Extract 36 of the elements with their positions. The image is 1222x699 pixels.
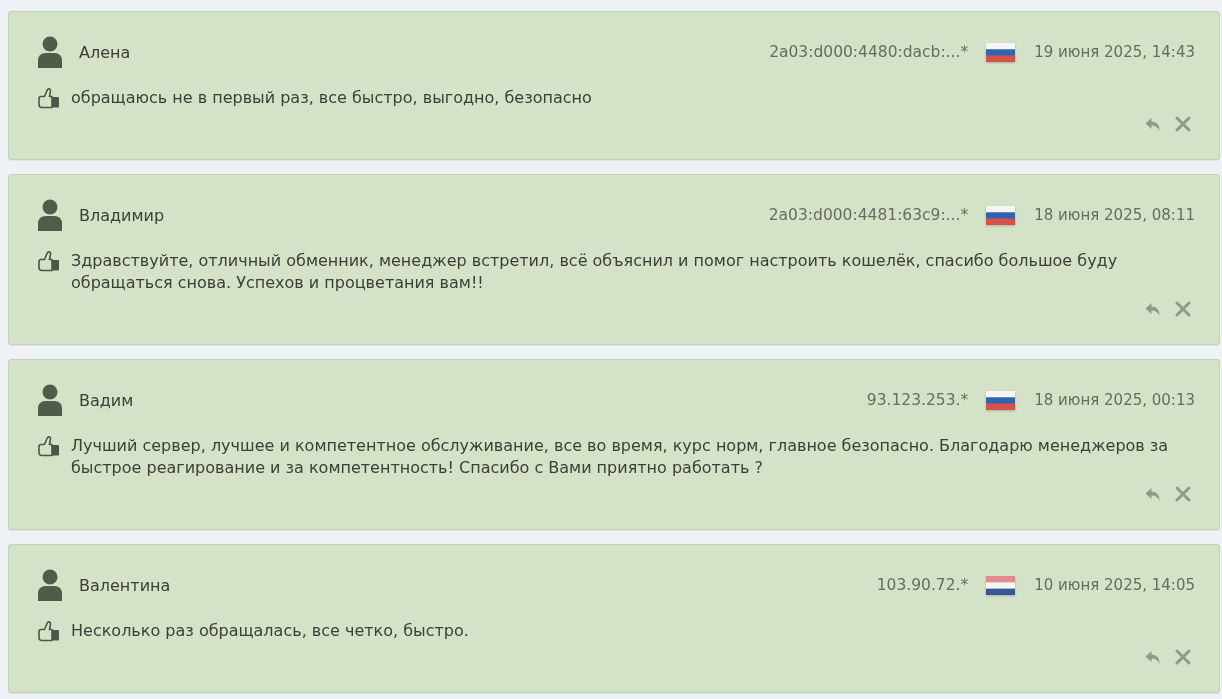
- avatar-icon: [38, 36, 62, 68]
- thumbs-up-icon: [37, 435, 61, 457]
- close-icon[interactable]: [1175, 486, 1191, 502]
- review-date: 18 июня 2025, 08:11: [1034, 206, 1195, 224]
- review-date: 10 июня 2025, 14:05: [1034, 576, 1195, 594]
- ip-address: 103.90.72.*: [876, 576, 969, 594]
- ip-address: 2a03:d000:4481:63c9:...*: [768, 206, 969, 224]
- close-icon[interactable]: [1175, 649, 1191, 665]
- review-date: 19 июня 2025, 14:43: [1034, 43, 1195, 61]
- review-text: Лучший сервер, лучшее и компетентное обслуживание, все во время, курс норм, главное безопасно. Благодарю менеджеров за быстрое реагирование и за компетентность! Спасибо с Вами приятно работать ?: [71, 435, 1170, 479]
- avatar-icon: [38, 384, 62, 416]
- reply-icon[interactable]: [1145, 116, 1161, 132]
- thumbs-up-icon: [37, 620, 61, 642]
- author-name: Валентина: [79, 575, 171, 595]
- avatar-icon: [38, 199, 62, 231]
- review-text: Несколько раз обращалась, все четко, быстро.: [71, 620, 470, 642]
- review-text: обращаюсь не в первый раз, все быстро, выгодно, безопасно: [71, 87, 593, 109]
- thumbs-up-icon: [37, 87, 61, 109]
- ip-address: 2a03:d000:4480:dacb:...*: [769, 43, 969, 61]
- review-text: Здравствуйте, отличный обменник, менеджер встретил, всё объяснил и помог настроить кошелёк, спасибо большое буду обращаться снова. Успехов и процветания вам!!: [71, 250, 1119, 294]
- reply-icon[interactable]: [1145, 301, 1161, 317]
- thumbs-up-icon: [37, 250, 61, 272]
- reply-icon[interactable]: [1145, 649, 1161, 665]
- close-icon[interactable]: [1175, 116, 1191, 132]
- author-name: Вадим: [79, 390, 134, 410]
- ip-address: 93.123.253.*: [866, 391, 969, 409]
- flag-icon: [986, 575, 1016, 595]
- flag-icon: [986, 390, 1016, 410]
- avatar-icon: [38, 569, 62, 601]
- close-icon[interactable]: [1175, 301, 1191, 317]
- flag-icon: [986, 42, 1016, 62]
- flag-icon: [986, 205, 1016, 225]
- author-name: Владимир: [79, 205, 165, 225]
- reply-icon[interactable]: [1145, 486, 1161, 502]
- author-name: Алена: [79, 42, 131, 62]
- review-date: 18 июня 2025, 00:13: [1034, 391, 1195, 409]
